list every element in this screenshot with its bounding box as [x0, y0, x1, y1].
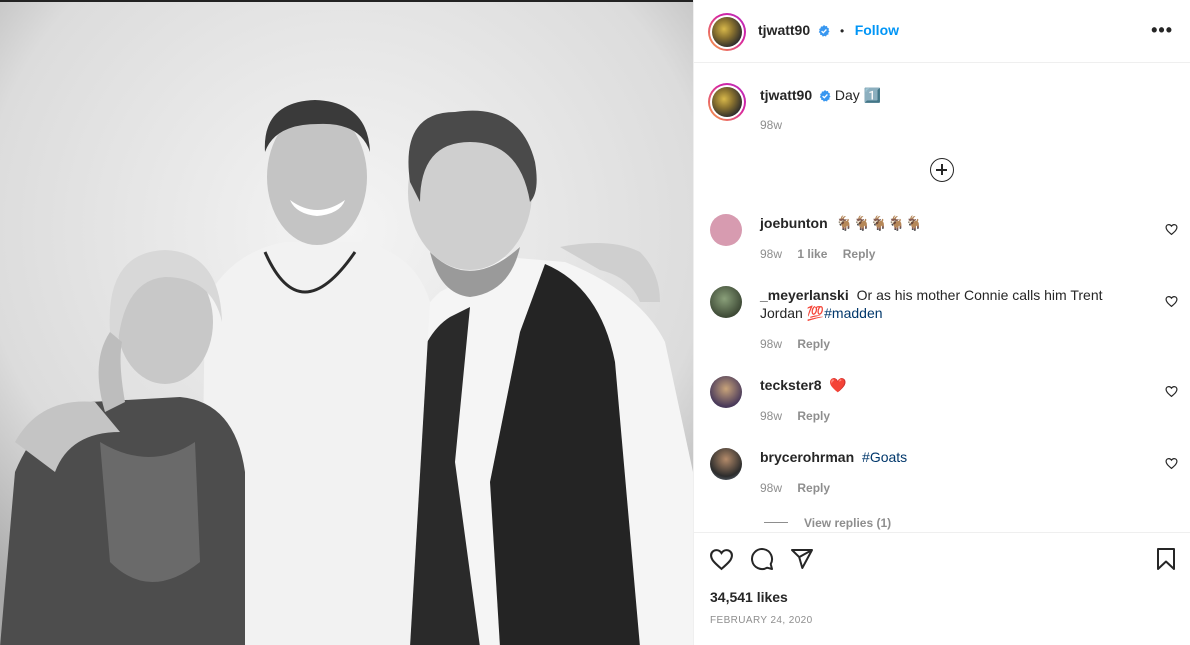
bookmark-icon[interactable] — [1155, 547, 1177, 571]
verified-badge-icon — [819, 90, 831, 102]
post-side-panel: tjwatt90 • Follow ••• tjwatt90 Day 1️⃣ 9… — [693, 0, 1190, 645]
comment-time[interactable]: 98w — [760, 337, 782, 351]
comment-username[interactable]: _meyerlanski — [760, 287, 849, 303]
comment-hashtag[interactable]: #Goats — [862, 449, 907, 465]
caption-username[interactable]: tjwatt90 — [760, 87, 812, 103]
add-circle-icon[interactable] — [930, 158, 954, 182]
caption-meta: 98w — [760, 118, 794, 132]
author-avatar[interactable] — [708, 13, 746, 51]
likes-count[interactable]: 34,541 likes — [710, 589, 788, 605]
comment-avatar[interactable] — [710, 214, 742, 246]
header-user-line: tjwatt90 • Follow — [758, 22, 899, 40]
caption: tjwatt90 Day 1️⃣ — [760, 87, 881, 104]
caption-emoji: 1️⃣ — [863, 87, 882, 103]
comment-meta: 98w Reply — [760, 409, 842, 423]
comment-item: _meyerlanski Or as his mother Connie cal… — [760, 286, 1140, 322]
heart-icon[interactable] — [1165, 457, 1178, 470]
comment-avatar[interactable] — [710, 376, 742, 408]
author-username[interactable]: tjwatt90 — [758, 22, 810, 38]
comment-time[interactable]: 98w — [760, 247, 782, 261]
comment-avatar[interactable] — [710, 448, 742, 480]
follow-button[interactable]: Follow — [855, 22, 899, 38]
comment-username[interactable]: joebunton — [760, 215, 828, 231]
view-replies-label: View replies (1) — [804, 516, 892, 530]
comment-likes[interactable]: 1 like — [797, 247, 827, 261]
separator-dot: • — [840, 24, 845, 38]
comment-text: ❤️ — [829, 377, 847, 393]
comment-meta: 98w 1 like Reply — [760, 247, 887, 261]
divider-line — [764, 522, 788, 523]
heart-icon[interactable] — [1165, 295, 1178, 308]
post-image — [0, 2, 693, 645]
caption-body: Day — [834, 87, 860, 103]
heart-icon[interactable] — [709, 547, 734, 572]
comment-meta: 98w Reply — [760, 337, 842, 351]
comment-meta: 98w Reply — [760, 481, 842, 495]
share-icon[interactable] — [790, 547, 814, 571]
comment-item: joebunton 🐐🐐🐐🐐🐐 — [760, 214, 1140, 232]
comment-text: 🐐🐐🐐🐐🐐 — [835, 215, 923, 231]
reply-button[interactable]: Reply — [843, 247, 876, 261]
heart-icon[interactable] — [1165, 223, 1178, 236]
comment-icon[interactable] — [750, 547, 774, 571]
comment-item: teckster8 ❤️ — [760, 376, 1140, 394]
post-photo[interactable] — [0, 0, 693, 645]
heart-icon[interactable] — [1165, 385, 1178, 398]
comment-hashtag[interactable]: #madden — [824, 305, 882, 321]
caption-author-avatar[interactable] — [708, 83, 746, 121]
post-date[interactable]: FEBRUARY 24, 2020 — [710, 615, 813, 626]
more-icon[interactable]: ••• — [1151, 20, 1173, 41]
caption-time[interactable]: 98w — [760, 118, 782, 132]
post-header: tjwatt90 • Follow ••• — [694, 0, 1190, 63]
reply-button[interactable]: Reply — [797, 409, 830, 423]
comment-time[interactable]: 98w — [760, 409, 782, 423]
comment-avatar[interactable] — [710, 286, 742, 318]
reply-button[interactable]: Reply — [797, 337, 830, 351]
comment-username[interactable]: teckster8 — [760, 377, 822, 393]
comment-time[interactable]: 98w — [760, 481, 782, 495]
reply-button[interactable]: Reply — [797, 481, 830, 495]
verified-badge-icon — [818, 25, 830, 37]
post-actions: 34,541 likes FEBRUARY 24, 2020 — [694, 532, 1190, 645]
comment-username[interactable]: brycerohrman — [760, 449, 854, 465]
comment-item: brycerohrman #Goats — [760, 448, 1140, 466]
view-replies-button[interactable]: View replies (1) — [764, 516, 891, 530]
